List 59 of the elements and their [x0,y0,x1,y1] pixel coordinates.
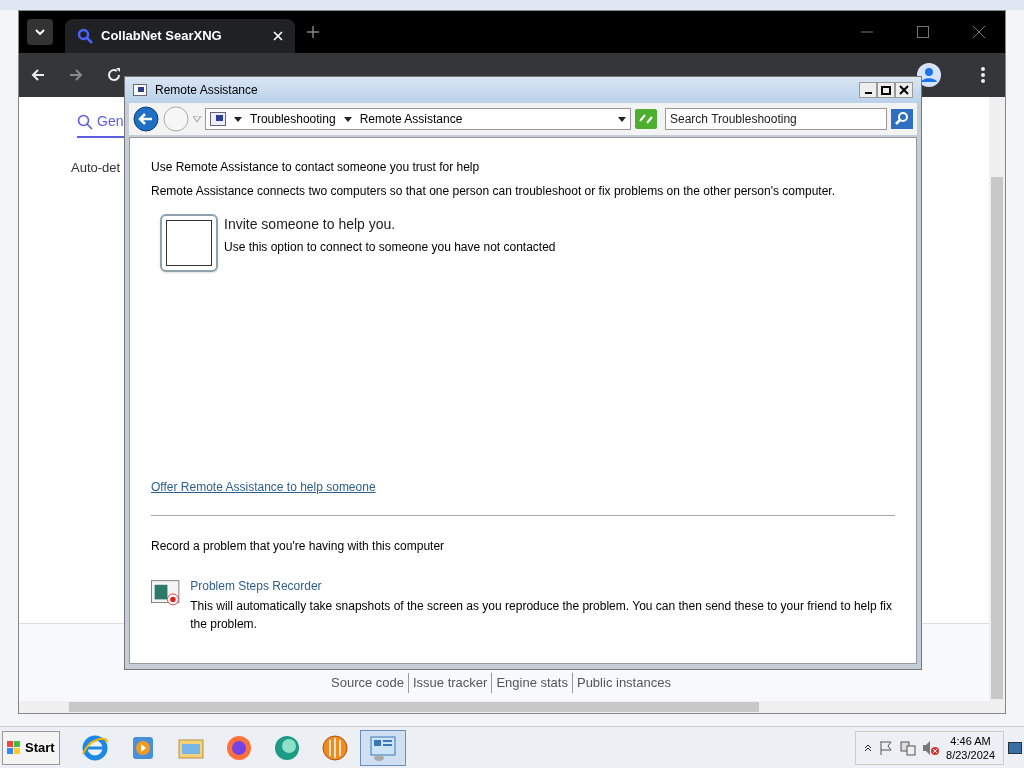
control-panel-icon [368,733,397,762]
new-tab-icon[interactable] [307,26,319,38]
refresh-icon[interactable] [635,109,657,129]
maximize-button[interactable] [877,82,895,98]
minimize-button[interactable] [859,82,877,98]
invite-icon[interactable] [160,214,218,272]
invite-title[interactable]: Invite someone to help you. [224,214,556,235]
page-text: Auto-det [71,159,121,177]
search-icon [77,28,93,44]
recorder-description: This will automatically take snapshots of the screen as you reproduce the problem. You can then send these to your friend to help fix the problem. [190,598,893,633]
show-desktop-button[interactable] [1008,741,1022,754]
reload-icon[interactable] [107,68,121,82]
horizontal-scrollbar[interactable] [19,701,989,713]
vertical-scrollbar[interactable] [989,97,1005,713]
search-icon [77,113,93,130]
app-icon [133,84,147,96]
recorder-icon[interactable] [151,579,181,607]
browser-icon [80,733,109,762]
taskbar-button[interactable] [359,729,406,766]
torrent-client-icon [320,733,349,762]
clock-date[interactable]: 8/23/2024 [946,747,995,762]
start-button[interactable]: Start [2,730,60,765]
chevron-up-icon[interactable] [864,743,873,752]
search-icon[interactable] [891,109,913,129]
address-bar[interactable]: Troubleshooting Remote Assistance [205,108,631,130]
menu-icon[interactable] [981,67,985,83]
back-icon[interactable] [31,68,45,82]
window-title: Remote Assistance [155,82,259,99]
flag-icon[interactable] [878,739,895,756]
back-button[interactable] [133,106,159,132]
dropdown-icon[interactable] [234,116,242,122]
network-icon[interactable] [900,739,917,756]
dropdown-icon[interactable] [343,116,352,122]
footer-link[interactable]: Engine stats [491,673,568,693]
maximize-icon[interactable] [917,26,929,38]
footer-link[interactable]: Source code [331,673,404,693]
clock-time[interactable]: 4:46 AM [950,733,991,748]
record-heading: Record a problem that you're having with this computer [151,538,446,555]
recorder-link[interactable]: Problem Steps Recorder [190,577,322,595]
description: Remote Assistance connects two computers so that one person can troubleshoot or fix problems on the other person's computer. [151,183,836,200]
breadcrumb-item[interactable]: Remote Assistance [359,110,463,128]
dropdown-icon[interactable] [618,116,626,122]
tab-title: CollabNet SearXNG [101,27,223,46]
forward-icon[interactable] [69,68,83,82]
search-field[interactable]: Search Troubleshooting [665,108,887,130]
offer-link[interactable]: Offer Remote Assistance to help someone [151,478,376,496]
chat-bubble-icon [272,733,301,762]
footer-link[interactable]: Issue tracker [408,673,488,693]
windows-logo-icon [7,740,21,755]
app-icon [210,112,226,126]
muted-speaker-icon[interactable] [922,739,941,756]
browser-tab[interactable]: CollabNet SearXNG [65,19,295,53]
heading: Use Remote Assistance to contact someone you trust for help [151,159,481,176]
breadcrumb-item[interactable]: Troubleshooting [250,110,336,128]
chevron-down-icon [35,29,45,35]
close-button[interactable] [895,82,913,98]
tab-list-button[interactable] [27,19,53,45]
invite-subtitle: Use this option to connect to someone you have not contacted [224,239,556,256]
footer-link[interactable]: Public instances [571,673,671,693]
